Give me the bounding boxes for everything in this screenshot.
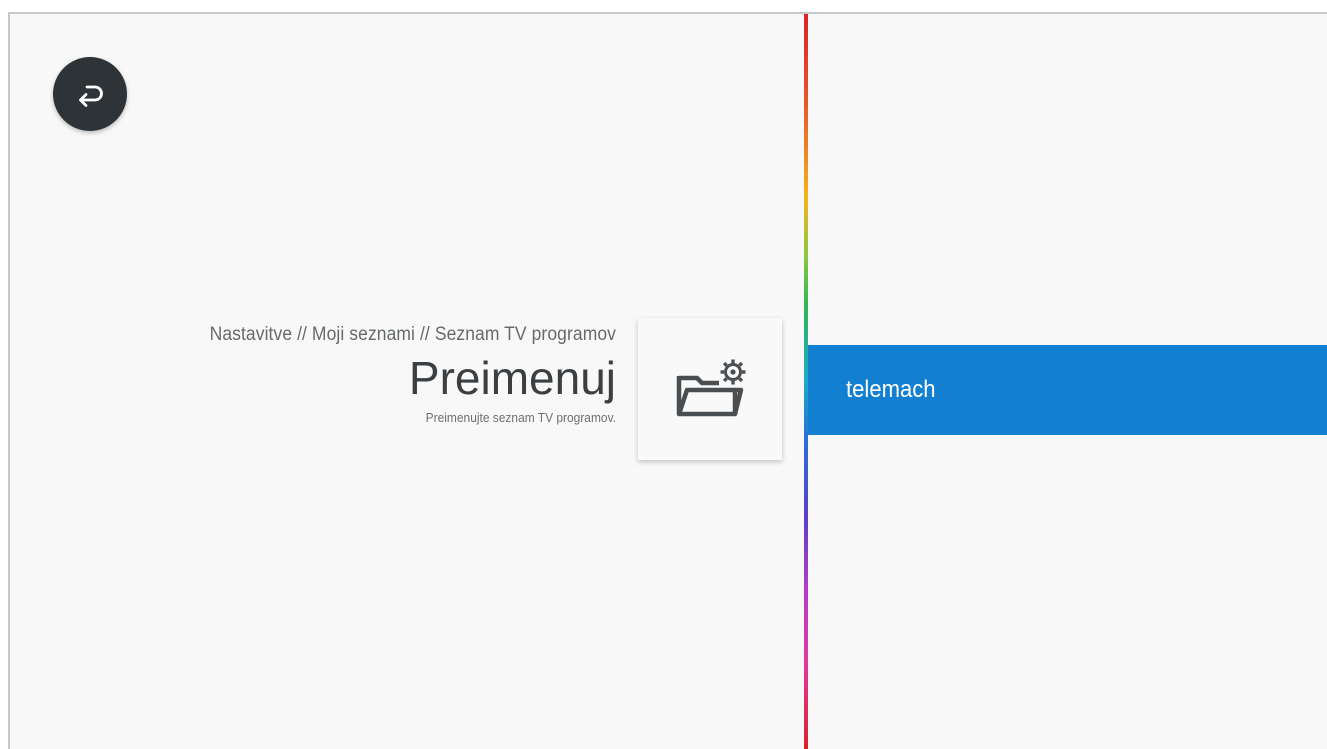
tv-settings-screen: Nastavitve // Moji seznami // Seznam TV … xyxy=(8,12,1327,749)
settings-text-block: Nastavitve // Moji seznami // Seznam TV … xyxy=(16,322,616,428)
return-arrow-icon xyxy=(73,81,107,107)
back-button[interactable] xyxy=(53,57,127,131)
page-title: Preimenuj xyxy=(408,352,616,404)
rename-icon-card xyxy=(638,318,782,460)
breadcrumb: Nastavitve // Moji seznami // Seznam TV … xyxy=(209,324,616,345)
page-subtitle: Preimenujte seznam TV programov. xyxy=(425,410,616,425)
list-item-label: telemach xyxy=(846,376,936,403)
settings-detail-pane: Nastavitve // Moji seznami // Seznam TV … xyxy=(10,14,804,749)
folder-gear-icon xyxy=(673,358,747,420)
list-item-telemach[interactable]: telemach xyxy=(808,345,1327,435)
channel-list-pane: telemach xyxy=(808,14,1327,749)
